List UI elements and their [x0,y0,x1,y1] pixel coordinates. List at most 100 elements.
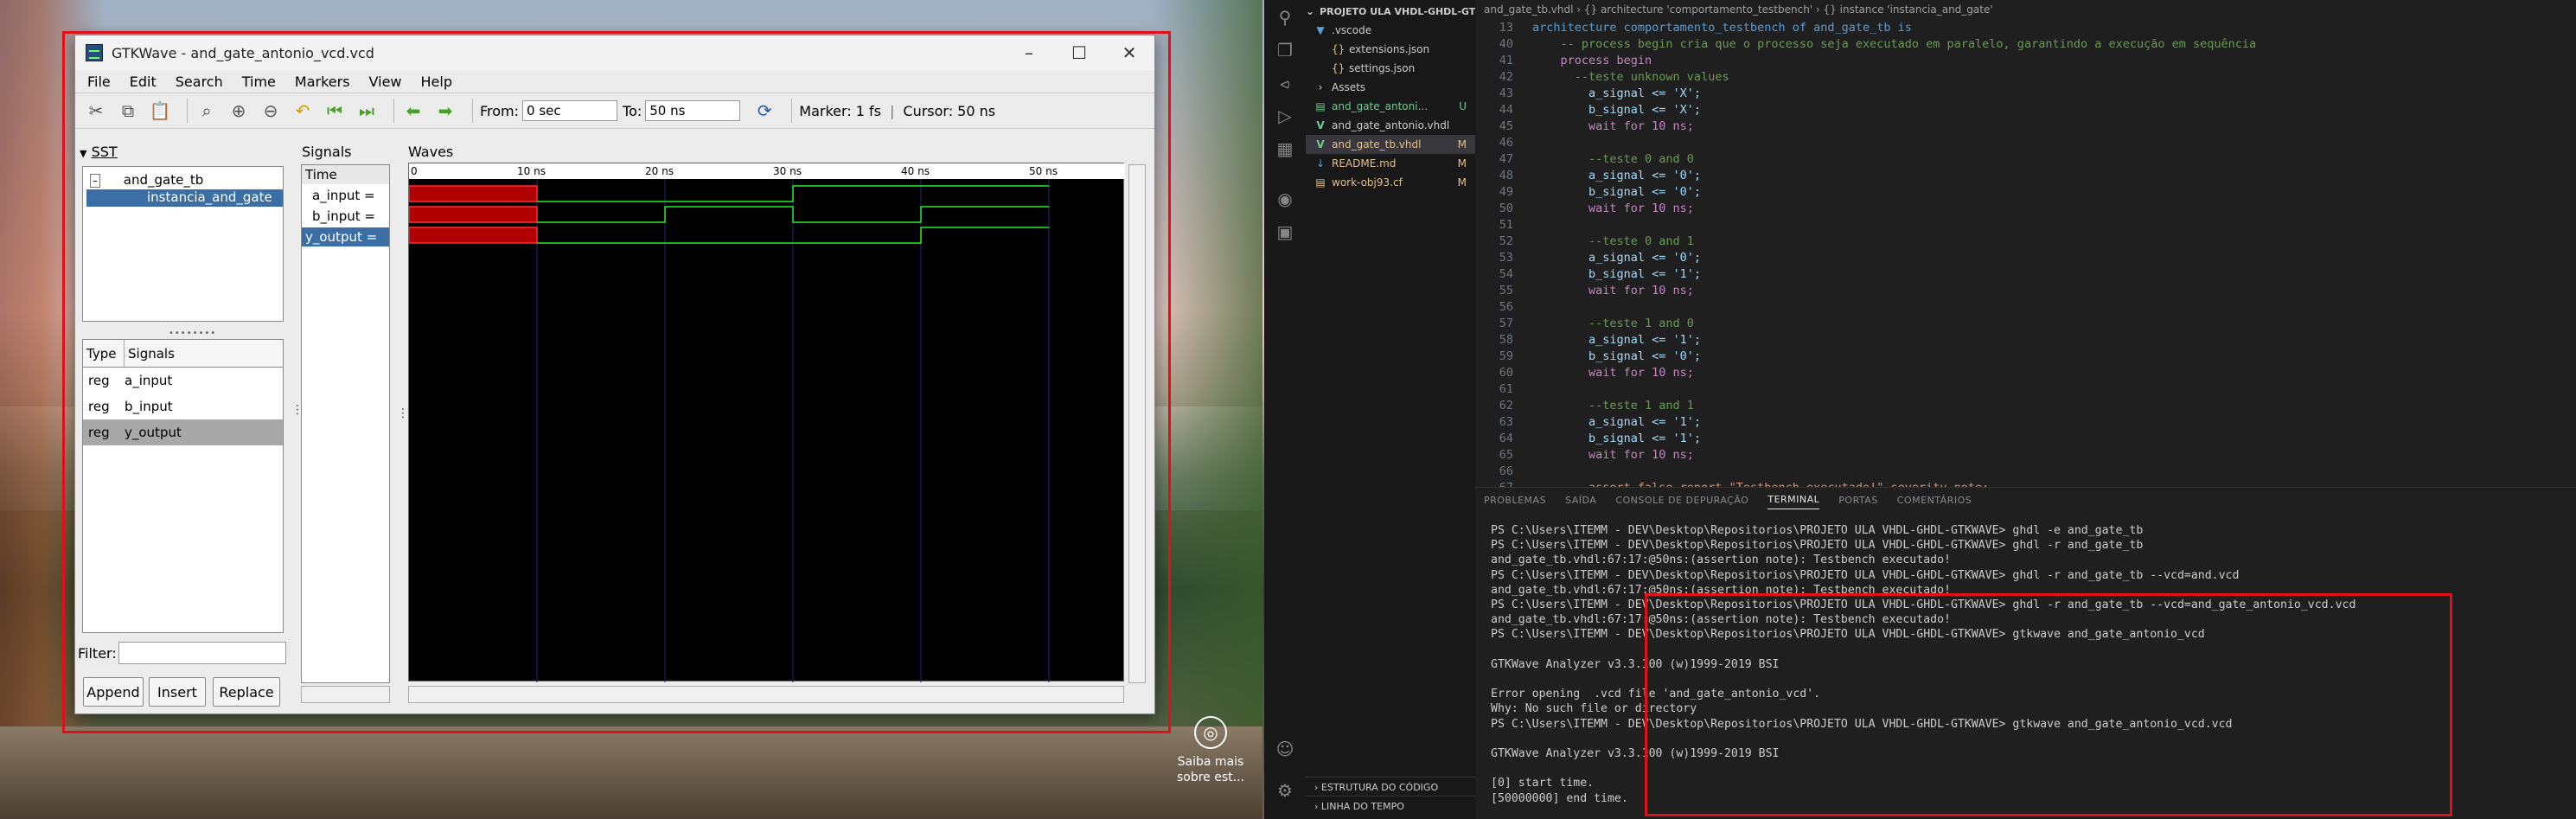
line-number: 47 [1499,152,1513,166]
explorer-bottom-sections: › ESTRUTURA DO CÓDIGO › LINHA DO TEMPO [1306,777,1475,819]
code-text: --teste 1 and 1 [1532,399,1694,413]
json-file-icon: {} [1332,62,1346,74]
explorer-item-label: settings.json [1349,62,1416,74]
tab-output[interactable]: SAÍDA [1565,495,1596,509]
terminal-line: PS C:\Users\ITEMM - DEV\Desktop\Reposito… [1491,524,2144,537]
explorer-icon[interactable]: ❐ [1273,38,1297,62]
code-line: 53 a_signal <= '0'; [1475,251,2576,267]
annotation-highlight-gtkwave [62,31,1171,733]
code-text: wait for 10 ns; [1532,366,1694,380]
line-number: 58 [1499,333,1513,347]
code-text: b_signal <= '0'; [1532,185,1702,199]
vhdl-file-icon: V [1316,119,1325,131]
tab-ports[interactable]: PORTAS [1838,495,1878,509]
line-number: 60 [1499,366,1513,380]
code-line: 44 b_signal <= 'X'; [1475,103,2576,119]
remote-explorer-icon[interactable]: ▣ [1273,220,1297,244]
explorer-root[interactable]: ⌄ PROJETO ULA VHDL-GHDL-GTK... [1306,2,1493,21]
line-number: 50 [1499,202,1513,215]
tab-debug-console[interactable]: CONSOLE DE DEPURAÇÃO [1615,495,1748,509]
source-control-icon[interactable]: ⪦ [1273,71,1297,95]
line-number: 41 [1499,54,1513,67]
line-number: 46 [1499,136,1513,150]
line-number: 62 [1499,399,1513,413]
root-folder-label: PROJETO ULA VHDL-GHDL-GTK... [1320,5,1494,17]
explorer-item-vscode-folder[interactable]: ▼ .vscode [1306,21,1475,40]
explorer-item-label: .vscode [1332,24,1372,36]
code-line: 54 b_signal <= '1'; [1475,267,2576,284]
line-number: 45 [1499,119,1513,133]
chevron-right-icon: › [1314,801,1321,812]
code-text: --teste 0 and 0 [1532,152,1694,166]
code-text: a_signal <= '1'; [1532,415,1702,429]
vscode-window: ⚲ ❐ ⪦ ▷ ▦ ◉ ▣ ☺ ⚙ ⌄ PROJETO ULA VHDL-GHD… [1264,0,2576,819]
folder-icon: ▼ [1316,24,1325,36]
settings-gear-icon[interactable]: ⚙ [1273,778,1297,803]
code-line: 43 a_signal <= 'X'; [1475,86,2576,103]
code-text: --teste 0 and 1 [1532,234,1694,248]
code-line: 64 b_signal <= '1'; [1475,432,2576,448]
explorer-item-and-gate-antonio-vhdl[interactable]: V and_gate_antonio.vhdl [1306,116,1475,135]
explorer-item-assets-folder[interactable]: › Assets [1306,78,1475,97]
line-number: 64 [1499,432,1513,445]
line-number: 53 [1499,251,1513,265]
account-icon[interactable]: ☺ [1273,737,1297,761]
code-line: 49 b_signal <= '0'; [1475,185,2576,202]
code-line: 58 a_signal <= '1'; [1475,333,2576,349]
extensions-icon[interactable]: ▦ [1273,137,1297,161]
code-line: 41 process begin [1475,54,2576,70]
explorer-item-and-gate-tb-vhdl[interactable]: V and_gate_tb.vhdl M [1306,135,1475,154]
line-number: 48 [1499,169,1513,182]
tab-problems[interactable]: PROBLEMAS [1484,495,1546,509]
explorer-item-readme[interactable]: ↓ README.md M [1306,154,1475,173]
explorer-item-extensions-json[interactable]: {} extensions.json [1306,40,1475,59]
annotation-highlight-terminal [1645,593,2452,816]
code-text: a_signal <= '0'; [1532,169,1702,182]
explorer-item-label: and_gate_antonio.vhdl [1332,119,1450,131]
code-line: 56 [1475,300,2576,317]
explorer-item-label: and_gate_tb.vhdl [1332,138,1422,150]
tab-comments[interactable]: COMENTÁRIOS [1897,495,1972,509]
camera-icon: ◎ [1194,716,1227,749]
wallpaper-info-widget[interactable]: ◎ Saiba mais sobre est... [1172,716,1250,785]
code-text: wait for 10 ns; [1532,448,1694,462]
git-status-badge: M [1457,157,1467,170]
tab-terminal[interactable]: TERMINAL [1767,494,1820,509]
markdown-file-icon: ↓ [1315,157,1326,170]
code-line: 59 b_signal <= '0'; [1475,349,2576,366]
line-number: 54 [1499,267,1513,281]
github-icon[interactable]: ◉ [1273,187,1297,211]
code-text: wait for 10 ns; [1532,284,1694,298]
timeline-section[interactable]: › LINHA DO TEMPO [1306,796,1475,815]
line-number: 66 [1499,464,1513,478]
code-line: 47 --teste 0 and 0 [1475,152,2576,169]
breadcrumb[interactable]: and_gate_tb.vhdl › {} architecture 'comp… [1475,0,2576,19]
chevron-right-icon: › [1318,81,1323,93]
code-text: -- process begin cria que o processo sej… [1532,37,2257,51]
explorer-item-and-gate-antonio-vcd[interactable]: ▤ and_gate_antoni... U [1306,97,1475,116]
search-icon[interactable]: ⚲ [1273,5,1297,29]
file-icon: ▤ [1315,176,1326,189]
code-editor[interactable]: and_gate_tb.vhdl › {} architecture 'comp… [1475,0,2576,495]
explorer-item-settings-json[interactable]: {} settings.json [1306,59,1475,78]
code-text: b_signal <= 'X'; [1532,103,1702,117]
line-number: 65 [1499,448,1513,462]
code-line: 48 a_signal <= '0'; [1475,169,2576,185]
explorer-item-label: Assets [1332,81,1366,93]
line-number: 57 [1499,317,1513,330]
outline-section[interactable]: › ESTRUTURA DO CÓDIGO [1306,777,1475,796]
code-text: wait for 10 ns; [1532,202,1694,215]
code-text: b_signal <= '1'; [1532,267,1702,281]
line-number: 59 [1499,349,1513,363]
code-text: b_signal <= '0'; [1532,349,1702,363]
code-text: architecture comportamento_testbench of … [1532,21,1912,35]
terminal-line: and_gate_tb.vhdl:67:17:@50ns:(assertion … [1491,553,1951,567]
explorer-item-work-obj93[interactable]: ▤ work-obj93.cf M [1306,173,1475,192]
explorer-item-label: README.md [1332,157,1397,170]
chevron-right-icon: › [1314,782,1321,793]
line-number: 56 [1499,300,1513,314]
terminal-line: PS C:\Users\ITEMM - DEV\Desktop\Reposito… [1491,568,2240,582]
code-line: 51 [1475,218,2576,234]
run-debug-icon[interactable]: ▷ [1273,104,1297,128]
code-text: process begin [1532,54,1652,67]
